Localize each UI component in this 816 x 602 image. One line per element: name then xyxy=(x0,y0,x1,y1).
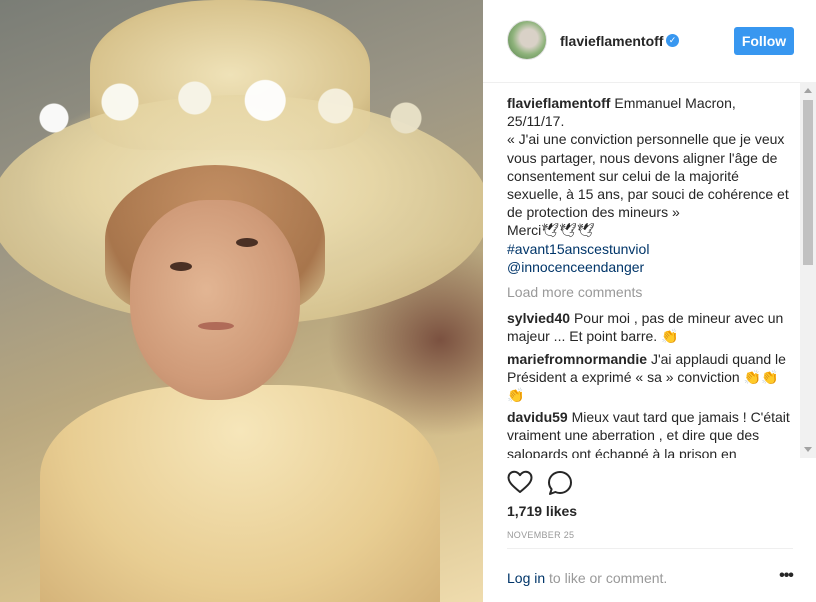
post-header: flavieflamentoff ✓ Follow xyxy=(483,0,816,83)
photo-face xyxy=(130,200,300,400)
caption-line: Emmanuel Macron, xyxy=(614,95,736,111)
photo-dress-collar xyxy=(40,385,440,602)
photo-eye-left xyxy=(170,262,192,271)
post-date[interactable]: NOVEMBER 25 xyxy=(507,530,574,540)
avatar[interactable] xyxy=(507,20,547,60)
caption-line: Merci🕊🕊🕊 xyxy=(507,222,595,239)
verified-badge-icon: ✓ xyxy=(666,34,679,47)
caption-line: « J'ai une conviction personnelle que je… xyxy=(507,131,785,148)
comment-item: sylvied40 Pour moi , pas de mineur avec … xyxy=(507,309,793,345)
login-link[interactable]: Log in xyxy=(507,570,545,586)
load-more-comments-button[interactable]: Load more comments xyxy=(507,283,793,301)
caption-username[interactable]: flavieflamentoff xyxy=(507,95,610,111)
photo-hat-flowers xyxy=(10,70,450,150)
caption-line: vous partager, nous devons aligner l'âge… xyxy=(507,149,778,166)
photo-mouth xyxy=(198,322,234,330)
scrollbar-thumb[interactable] xyxy=(803,100,813,265)
speech-bubble-icon[interactable] xyxy=(547,470,573,496)
comment-username[interactable]: mariefromnormandie xyxy=(507,351,647,367)
caption: flavieflamentoff Emmanuel Macron, 25/11/… xyxy=(507,94,793,276)
more-options-icon[interactable]: ••• xyxy=(777,568,795,584)
post-footer: Log in to like or comment. ••• xyxy=(483,548,816,602)
caption-line: consentement sur celui de la majorité xyxy=(507,167,739,184)
login-prompt-text: to like or comment. xyxy=(545,570,668,586)
scroll-down-arrow-icon[interactable] xyxy=(804,447,812,452)
post-actions xyxy=(483,458,816,508)
heart-icon[interactable] xyxy=(507,470,533,494)
comment-username[interactable]: davidu59 xyxy=(507,409,568,425)
hashtag-link[interactable]: #avant15anscestunviol xyxy=(507,241,649,257)
comments-scrollbar[interactable] xyxy=(800,82,816,458)
footer-divider xyxy=(507,548,793,549)
caption-line: 25/11/17. xyxy=(507,113,565,130)
caption-line: de protection des mineurs » xyxy=(507,204,680,221)
scroll-up-arrow-icon[interactable] xyxy=(804,88,812,93)
likes-count[interactable]: 1,719 likes xyxy=(507,503,577,519)
mention-link[interactable]: @innocenceendanger xyxy=(507,259,644,275)
comment-item: davidu59 Mieux vaut tard que jamais ! C'… xyxy=(507,408,793,458)
post-sidebar: flavieflamentoff ✓ Follow flavieflamento… xyxy=(483,0,816,602)
header-username[interactable]: flavieflamentoff xyxy=(560,33,663,49)
post-photo[interactable] xyxy=(0,0,483,602)
caption-line: sexuelle, à 15 ans, par souci de cohéren… xyxy=(507,186,789,203)
comments-list[interactable]: flavieflamentoff Emmanuel Macron, 25/11/… xyxy=(507,94,793,458)
comment-item: mariefromnormandie J'ai applaudi quand l… xyxy=(507,350,793,405)
photo-eye-right xyxy=(236,238,258,247)
comment-username[interactable]: sylvied40 xyxy=(507,310,570,326)
login-prompt: Log in to like or comment. xyxy=(507,570,667,586)
follow-button[interactable]: Follow xyxy=(734,27,794,55)
